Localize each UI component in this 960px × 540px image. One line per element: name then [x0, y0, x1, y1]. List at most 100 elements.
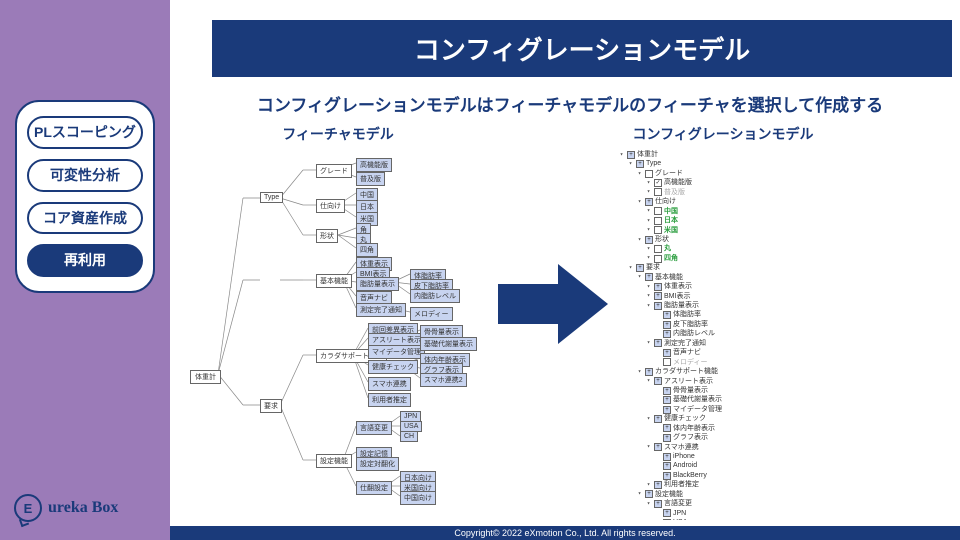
expand-icon[interactable]: ▾ [645, 481, 652, 489]
expand-icon[interactable]: ▾ [645, 415, 652, 423]
expand-icon[interactable]: ▾ [645, 283, 652, 291]
checkbox-icon[interactable] [654, 226, 662, 234]
checkbox-icon[interactable] [654, 255, 662, 263]
tree-item[interactable]: ▾+BMI表示 [618, 292, 828, 301]
tree-item[interactable]: ▾+測定完了通知 [618, 339, 828, 348]
expand-icon[interactable]: ▾ [636, 236, 643, 244]
expand-icon[interactable]: ▾ [636, 273, 643, 281]
tree-item[interactable]: ▾四角 [618, 254, 828, 263]
tree-item[interactable]: +基礎代謝量表示 [618, 395, 828, 404]
checkbox-icon[interactable]: + [654, 443, 662, 451]
checkbox-icon[interactable]: + [663, 396, 671, 404]
expand-icon[interactable]: ▾ [627, 160, 634, 168]
expand-icon[interactable]: ▾ [636, 490, 643, 498]
tree-item[interactable]: +内脂肪レベル [618, 329, 828, 338]
expand-icon[interactable]: ▾ [645, 226, 652, 234]
checkbox-icon[interactable]: + [654, 302, 662, 310]
tree-item[interactable]: +体内年齢表示 [618, 424, 828, 433]
checkbox-icon[interactable]: + [663, 387, 671, 395]
tree-item[interactable]: ▾+体重表示 [618, 282, 828, 291]
checkbox-icon[interactable]: + [654, 500, 662, 508]
checkbox-icon[interactable] [654, 245, 662, 253]
checkbox-icon[interactable]: + [663, 509, 671, 517]
tree-item[interactable]: ▾+体重計 [618, 150, 828, 159]
checkbox-icon[interactable]: + [627, 151, 635, 159]
checkbox-icon[interactable]: + [645, 490, 653, 498]
tree-item[interactable]: +グラフ表示 [618, 433, 828, 442]
tree-item[interactable]: ▾+Type [618, 159, 828, 168]
tree-item[interactable]: ▾+基本機能 [618, 273, 828, 282]
tree-item[interactable]: ▾+要求 [618, 263, 828, 272]
checkbox-icon[interactable]: + [663, 349, 671, 357]
tree-item[interactable]: +Android [618, 461, 828, 470]
checkbox-icon[interactable]: + [663, 519, 671, 520]
tree-item[interactable]: ▾+仕向け [618, 197, 828, 206]
checkbox-icon[interactable] [654, 217, 662, 225]
checkbox-icon[interactable]: + [645, 198, 653, 206]
checkbox-icon[interactable]: + [654, 481, 662, 489]
tree-item[interactable]: メロディー [618, 358, 828, 367]
tree-item[interactable]: +iPhone [618, 452, 828, 461]
checkbox-icon[interactable]: + [645, 368, 653, 376]
tree-item[interactable]: ▾+カラダサポート機能 [618, 367, 828, 376]
tree-item[interactable]: ▾普及版 [618, 188, 828, 197]
tree-item[interactable]: ▾+スマホ連携 [618, 443, 828, 452]
tree-item[interactable]: ▾+アスリート表示 [618, 377, 828, 386]
expand-icon[interactable]: ▾ [645, 302, 652, 310]
expand-icon[interactable]: ▾ [645, 245, 652, 253]
tree-item[interactable]: ▾米国 [618, 226, 828, 235]
expand-icon[interactable]: ▾ [645, 500, 652, 508]
checkbox-icon[interactable]: + [663, 472, 671, 480]
expand-icon[interactable]: ▾ [645, 292, 652, 300]
tree-item[interactable]: +JPN [618, 509, 828, 518]
tree-item[interactable]: ▾丸 [618, 244, 828, 253]
checkbox-icon[interactable] [654, 188, 662, 196]
checkbox-icon[interactable]: + [654, 283, 662, 291]
expand-icon[interactable]: ▾ [645, 254, 652, 262]
expand-icon[interactable]: ▾ [645, 339, 652, 347]
checkbox-icon[interactable]: + [663, 434, 671, 442]
checkbox-icon[interactable] [645, 170, 653, 178]
tree-item[interactable]: +BlackBerry [618, 471, 828, 480]
expand-icon[interactable]: ▾ [645, 443, 652, 451]
expand-icon[interactable]: ▾ [636, 198, 643, 206]
expand-icon[interactable]: ▾ [645, 377, 652, 385]
checkbox-icon[interactable]: + [654, 415, 662, 423]
checkbox-icon[interactable] [663, 358, 671, 366]
checkbox-icon[interactable]: + [645, 273, 653, 281]
tree-item[interactable]: ▾✓高機能版 [618, 178, 828, 187]
checkbox-icon[interactable]: ✓ [654, 179, 662, 187]
tree-item[interactable]: ▾+健康チェック [618, 414, 828, 423]
checkbox-icon[interactable]: + [636, 160, 644, 168]
checkbox-icon[interactable]: + [654, 377, 662, 385]
checkbox-icon[interactable]: + [663, 406, 671, 414]
expand-icon[interactable]: ▾ [618, 151, 625, 159]
tree-item[interactable]: ▾+形状 [618, 235, 828, 244]
expand-icon[interactable]: ▾ [645, 217, 652, 225]
checkbox-icon[interactable]: + [654, 292, 662, 300]
tree-item[interactable]: ▾+設定機能 [618, 490, 828, 499]
tree-item[interactable]: +マイデータ管理 [618, 405, 828, 414]
tree-item[interactable]: ▾+言語変更 [618, 499, 828, 508]
nav-item-reuse[interactable]: 再利用 [27, 244, 143, 277]
tree-item[interactable]: ▾日本 [618, 216, 828, 225]
nav-item-core-asset[interactable]: コア資産作成 [27, 202, 143, 235]
checkbox-icon[interactable]: + [654, 339, 662, 347]
checkbox-icon[interactable]: + [663, 321, 671, 329]
expand-icon[interactable]: ▾ [636, 368, 643, 376]
checkbox-icon[interactable]: + [663, 462, 671, 470]
expand-icon[interactable]: ▾ [627, 264, 634, 272]
tree-item[interactable]: ▾中国 [618, 207, 828, 216]
tree-item[interactable]: ▾グレード [618, 169, 828, 178]
checkbox-icon[interactable]: + [645, 236, 653, 244]
nav-item-scoping[interactable]: PLスコーピング [27, 116, 143, 149]
checkbox-icon[interactable]: + [663, 311, 671, 319]
checkbox-icon[interactable]: + [663, 424, 671, 432]
tree-item[interactable]: ▾+利用者推定 [618, 480, 828, 489]
checkbox-icon[interactable] [654, 207, 662, 215]
expand-icon[interactable]: ▾ [636, 170, 643, 178]
checkbox-icon[interactable]: + [663, 330, 671, 338]
expand-icon[interactable]: ▾ [645, 207, 652, 215]
checkbox-icon[interactable]: + [636, 264, 644, 272]
tree-item[interactable]: +音声ナビ [618, 348, 828, 357]
